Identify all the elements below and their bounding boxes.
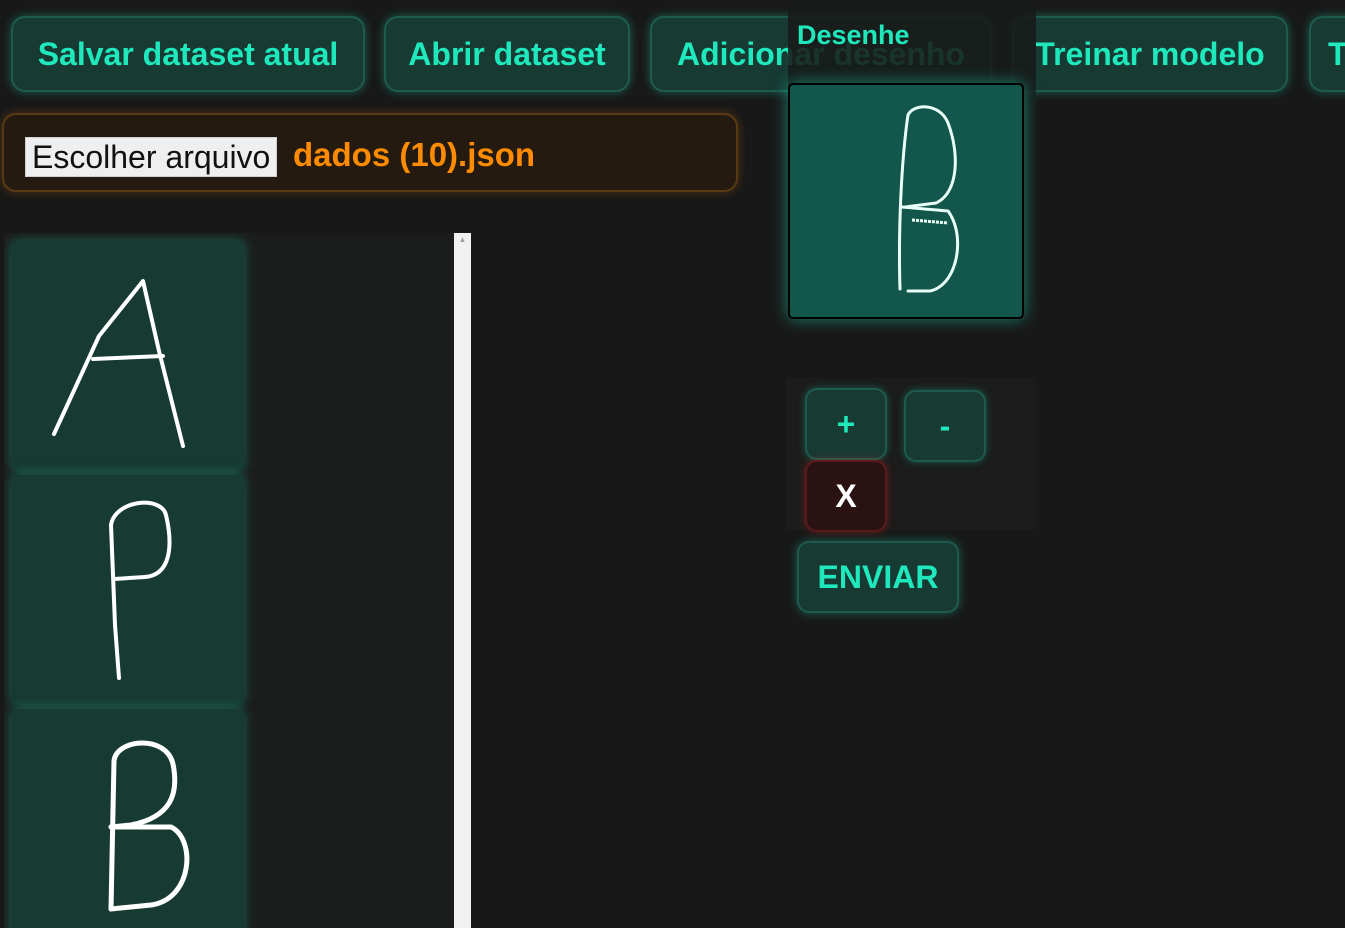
train-model-button[interactable]: Treinar modelo <box>1012 16 1288 92</box>
current-drawing-b <box>897 105 960 293</box>
save-dataset-button[interactable]: Salvar dataset atual <box>11 16 365 92</box>
sample-drawing-p <box>109 500 172 680</box>
selected-file-name: dados (10).json <box>293 136 536 173</box>
drawing-canvas[interactable] <box>788 83 1024 319</box>
sample-card-b[interactable] <box>11 709 244 928</box>
sample-drawing-a <box>52 279 185 448</box>
drawing-controls: + - X <box>786 378 1036 532</box>
file-input-row: Escolher arquivo dados (10).json <box>2 113 738 192</box>
app-page: Salvar dataset atual Abrir dataset Adici… <box>0 0 1345 928</box>
dataset-scrollbar[interactable]: ▲ <box>454 233 471 928</box>
sample-card-p[interactable] <box>11 475 244 704</box>
draw-panel-title: Desenhe <box>797 20 910 50</box>
toolbar: Salvar dataset atual Abrir dataset Adici… <box>0 0 1345 110</box>
sample-drawing-b <box>108 740 190 912</box>
zoom-out-button[interactable]: - <box>904 390 986 462</box>
scroll-up-arrow-icon[interactable]: ▲ <box>454 233 471 247</box>
open-dataset-button[interactable]: Abrir dataset <box>384 16 630 92</box>
next-toolbar-button[interactable]: T <box>1309 16 1345 92</box>
clear-drawing-button[interactable]: X <box>805 460 887 532</box>
dataset-sample-list[interactable]: ▲ <box>4 233 471 928</box>
sample-card-a[interactable] <box>11 241 244 470</box>
choose-file-button[interactable]: Escolher arquivo <box>25 137 278 177</box>
send-button[interactable]: ENVIAR <box>797 541 959 613</box>
zoom-in-button[interactable]: + <box>805 388 887 460</box>
